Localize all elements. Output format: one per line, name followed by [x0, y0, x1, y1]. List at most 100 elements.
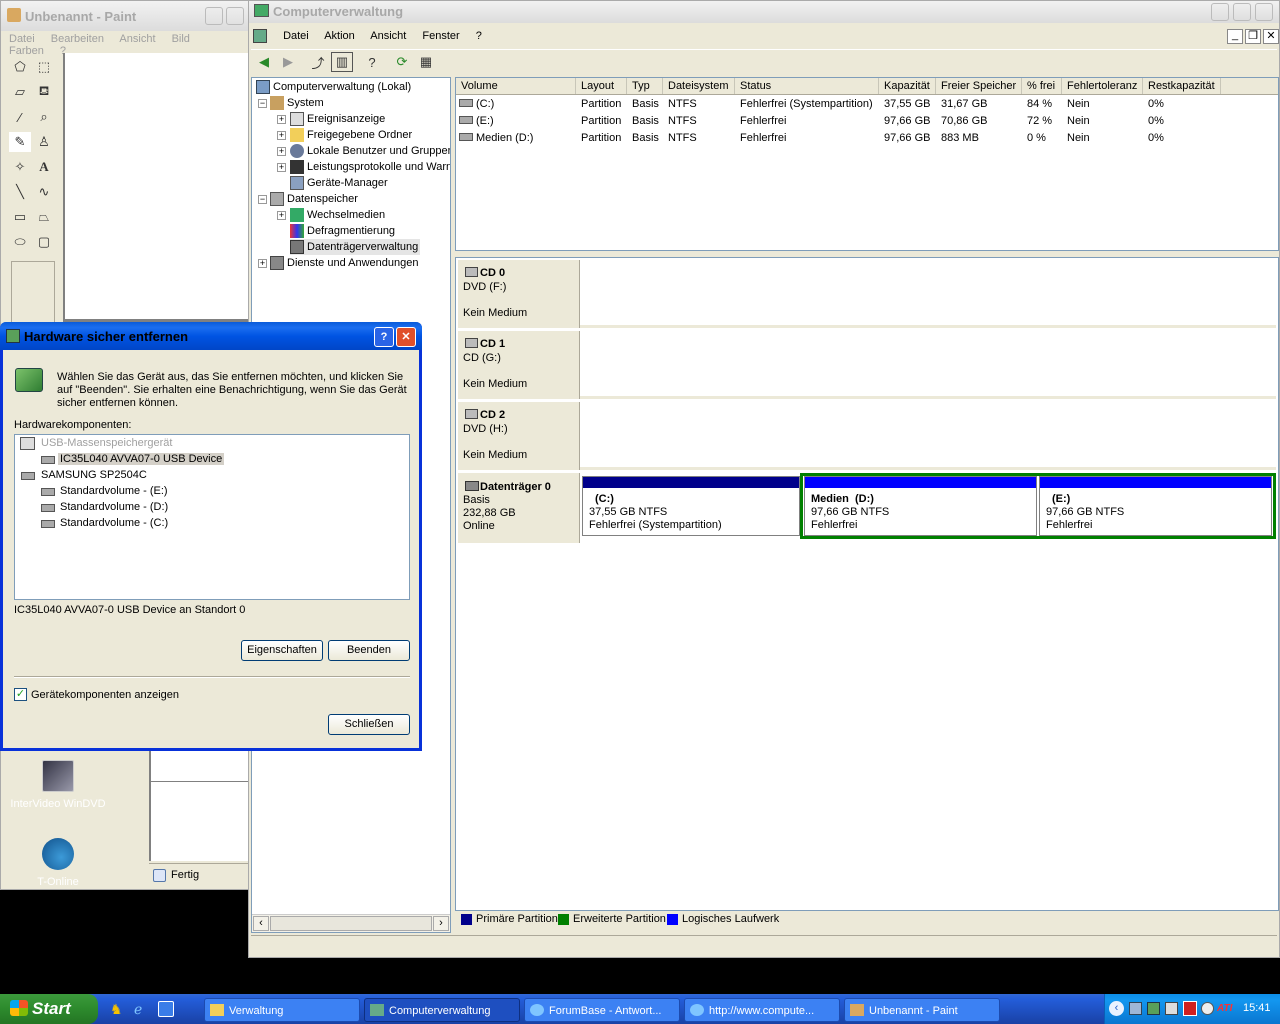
- show-components-label[interactable]: Gerätekomponenten anzeigen: [31, 689, 179, 701]
- col-kapazitaet[interactable]: Kapazität: [879, 78, 936, 94]
- tree-expander-wechselmedien[interactable]: +: [277, 211, 286, 220]
- list-item-usb-device[interactable]: IC35L040 AVVA07-0 USB Device: [58, 453, 225, 465]
- list-item-samsung[interactable]: SAMSUNG SP2504C: [41, 469, 147, 481]
- tree-item-freigegebene-ordner[interactable]: Freigegebene Ordner: [290, 127, 412, 143]
- refresh-icon[interactable]: ⟳: [391, 52, 413, 72]
- ati-icon[interactable]: ATI: [1217, 1002, 1233, 1015]
- tree-item-lokale-benutzer[interactable]: Lokale Benutzer und Gruppen: [290, 143, 450, 159]
- tree-expander-leistung[interactable]: +: [277, 163, 286, 172]
- messenger-icon[interactable]: ♞: [110, 1001, 126, 1017]
- tree-expander-system[interactable]: −: [258, 99, 267, 108]
- list-item-volume-c[interactable]: Standardvolume - (C:): [60, 517, 168, 529]
- tree-root[interactable]: Computerverwaltung (Lokal): [256, 79, 411, 95]
- tray-expand-icon[interactable]: ‹: [1109, 1001, 1124, 1016]
- col-typ[interactable]: Typ: [627, 78, 663, 94]
- paint-menu-ansicht[interactable]: Ansicht: [119, 33, 155, 45]
- paint-titlebar[interactable]: Unbenannt - Paint: [1, 1, 248, 31]
- rectangle-icon[interactable]: ▭: [9, 207, 31, 227]
- disk-row-disk0[interactable]: Datenträger 0 Basis 232,88 GB Online (C:…: [458, 473, 1276, 543]
- tree-item-dienste[interactable]: Dienste und Anwendungen: [270, 255, 419, 271]
- polygon-icon[interactable]: ⏢: [33, 207, 55, 227]
- child-minimize-button[interactable]: _: [1227, 29, 1243, 44]
- help-button[interactable]: ?: [374, 327, 394, 347]
- show-desktop-icon[interactable]: [158, 1001, 174, 1017]
- extended-partition[interactable]: Medien (D:) 97,66 GB NTFS Fehlerfrei (E:…: [800, 473, 1276, 539]
- taskbar-task-paint[interactable]: Unbenannt - Paint: [844, 998, 1000, 1022]
- internet-explorer-icon[interactable]: ℯ: [134, 1001, 150, 1017]
- col-layout[interactable]: Layout: [576, 78, 627, 94]
- show-components-checkbox[interactable]: ✓: [14, 688, 27, 701]
- child-close-button[interactable]: ✕: [1263, 29, 1279, 44]
- pencil-icon[interactable]: ✎: [9, 132, 31, 152]
- maximize-button[interactable]: [1233, 3, 1251, 21]
- scroll-thumb[interactable]: [270, 916, 432, 931]
- ellipse-icon[interactable]: ⬭: [9, 232, 31, 252]
- desktop-icon-windvd[interactable]: InterVideo WinDVD: [6, 760, 110, 816]
- taskbar-task-forumbase[interactable]: ForumBase - Antwort...: [524, 998, 680, 1022]
- table-row[interactable]: (E:) Partition Basis NTFS Fehlerfrei 97,…: [456, 113, 1278, 130]
- curve-icon[interactable]: ∿: [33, 182, 55, 202]
- airbrush-icon[interactable]: ✧: [9, 157, 31, 177]
- taskbar-task-computerverwaltung[interactable]: Computerverwaltung: [364, 998, 520, 1022]
- maximize-button[interactable]: [226, 7, 244, 25]
- free-select-icon[interactable]: ⬠: [9, 57, 31, 77]
- minimize-button[interactable]: [1211, 3, 1229, 21]
- close-button[interactable]: ✕: [396, 327, 416, 347]
- col-freier-speicher[interactable]: Freier Speicher: [936, 78, 1022, 94]
- child-restore-button[interactable]: ❐: [1245, 29, 1261, 44]
- fill-icon[interactable]: ⛾: [33, 82, 55, 102]
- mmc-menu-help[interactable]: ?: [476, 30, 482, 42]
- tree-expander-benutzer[interactable]: +: [277, 147, 286, 156]
- col-volume[interactable]: Volume: [456, 78, 576, 94]
- desktop-icon-tonline[interactable]: T-Online: [6, 838, 110, 894]
- mmc-titlebar[interactable]: Computerverwaltung: [249, 1, 1279, 23]
- volume-tray-icon[interactable]: [1165, 1002, 1178, 1015]
- rounded-rect-icon[interactable]: ▢: [33, 232, 55, 252]
- up-folder-icon[interactable]: ⤴: [307, 52, 329, 72]
- paint-canvas[interactable]: [65, 53, 248, 319]
- dialog-titlebar[interactable]: Hardware sicher entfernen ? ✕: [0, 322, 422, 350]
- tree-expander-datenspeicher[interactable]: −: [258, 195, 267, 204]
- col-dateisystem[interactable]: Dateisystem: [663, 78, 735, 94]
- paint-menu-bearbeiten[interactable]: Bearbeiten: [51, 33, 104, 45]
- tree-item-wechselmedien[interactable]: Wechselmedien: [290, 207, 385, 223]
- col-status[interactable]: Status: [735, 78, 879, 94]
- partition-c[interactable]: (C:) 37,55 GB NTFS Fehlerfrei (Systempar…: [582, 476, 800, 536]
- magnifier-icon[interactable]: ⌕: [33, 107, 55, 127]
- security-alert-icon[interactable]: [1183, 1001, 1197, 1016]
- rect-select-icon[interactable]: ⬚: [33, 57, 55, 77]
- mmc-menu-aktion[interactable]: Aktion: [324, 30, 355, 42]
- tree-item-system[interactable]: System: [270, 95, 324, 111]
- mmc-menu-fenster[interactable]: Fenster: [422, 30, 459, 42]
- tree-expander-dienste[interactable]: +: [258, 259, 267, 268]
- close-button[interactable]: [1255, 3, 1273, 21]
- line-icon[interactable]: ╲: [9, 182, 31, 202]
- brush-icon[interactable]: ♙: [33, 132, 55, 152]
- paint-menu-bild[interactable]: Bild: [172, 33, 190, 45]
- tree-item-defragmentierung[interactable]: Defragmentierung: [290, 223, 395, 239]
- tree-expander-ordner[interactable]: +: [277, 131, 286, 140]
- list-item-usb-storage[interactable]: USB-Massenspeichergerät: [41, 437, 172, 449]
- show-tree-icon[interactable]: ▥: [331, 52, 353, 72]
- stop-button[interactable]: Beenden: [328, 640, 410, 661]
- list-item-volume-e[interactable]: Standardvolume - (E:): [60, 485, 168, 497]
- antivirus-icon[interactable]: [1201, 1002, 1214, 1015]
- table-row[interactable]: (C:) Partition Basis NTFS Fehlerfrei (Sy…: [456, 96, 1278, 113]
- tree-item-datentraegerverwaltung[interactable]: Datenträgerverwaltung: [290, 239, 421, 255]
- partition-e[interactable]: (E:) 97,66 GB NTFS Fehlerfrei: [1039, 476, 1272, 536]
- mmc-menu-ansicht[interactable]: Ansicht: [370, 30, 406, 42]
- list-item-volume-d[interactable]: Standardvolume - (D:): [60, 501, 168, 513]
- tree-item-ereignisanzeige[interactable]: Ereignisanzeige: [290, 111, 385, 127]
- properties-icon[interactable]: ▦: [415, 52, 437, 72]
- paint-menu-datei[interactable]: Datei: [9, 33, 35, 45]
- tool-options-box[interactable]: [11, 261, 55, 327]
- table-row[interactable]: Medien (D:) Partition Basis NTFS Fehlerf…: [456, 130, 1278, 147]
- tree-hscrollbar[interactable]: ‹ ›: [252, 914, 450, 932]
- minimize-button[interactable]: [205, 7, 223, 25]
- eraser-icon[interactable]: ▱: [9, 82, 31, 102]
- clock[interactable]: 15:41: [1243, 1002, 1271, 1014]
- disk-row-cd2[interactable]: CD 2 DVD (H:) Kein Medium: [458, 402, 1276, 470]
- text-icon[interactable]: A: [33, 157, 55, 177]
- forward-icon[interactable]: ▶: [277, 52, 299, 72]
- disk-row-cd0[interactable]: CD 0 DVD (F:) Kein Medium: [458, 260, 1276, 328]
